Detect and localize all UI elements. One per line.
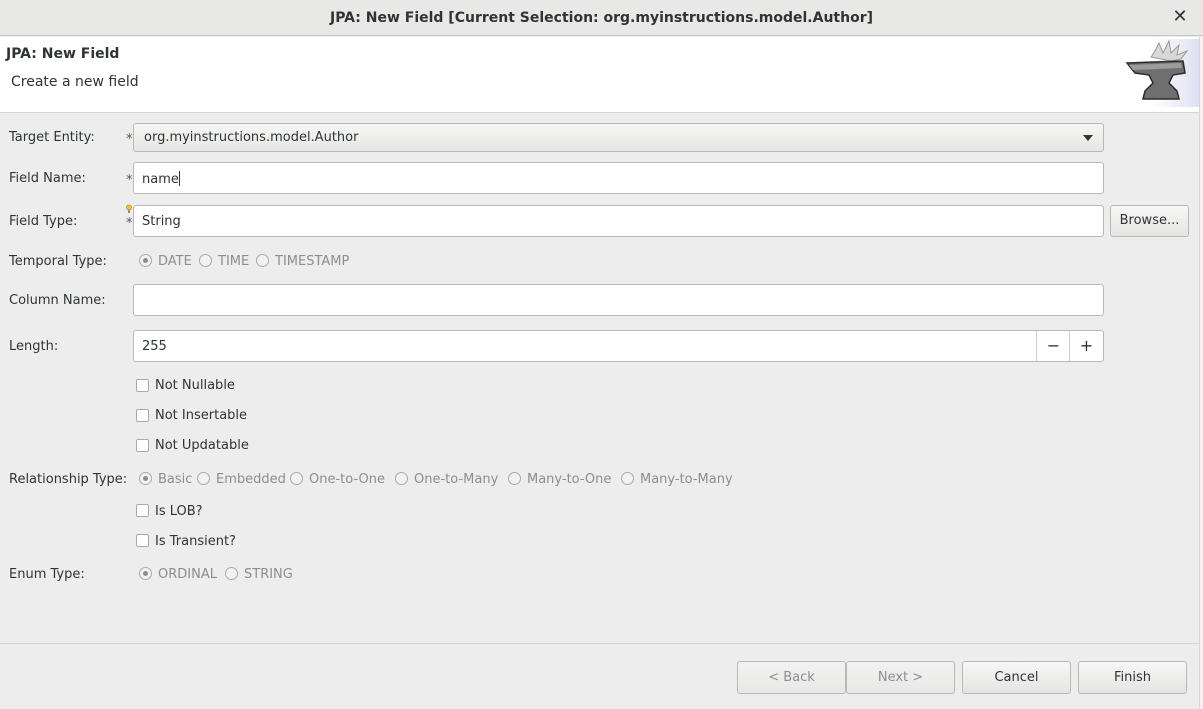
target-entity-combo[interactable]: org.myinstructions.model.Author xyxy=(133,123,1104,152)
not-nullable-checkbox[interactable] xyxy=(136,379,149,392)
wizard-banner: JPA: New Field Create a new field xyxy=(0,37,1199,113)
window-edge xyxy=(1199,37,1203,709)
length-value: 255 xyxy=(142,339,167,354)
relationship-embedded-label: Embedded xyxy=(216,472,286,487)
relationship-embedded-radio[interactable] xyxy=(197,472,210,485)
field-name-input[interactable]: name xyxy=(133,162,1104,194)
temporal-date-radio[interactable] xyxy=(139,254,152,267)
target-entity-label: Target Entity: xyxy=(9,130,95,145)
window-title: JPA: New Field [Current Selection: org.m… xyxy=(329,10,873,26)
relationship-one-to-many-radio[interactable] xyxy=(395,472,408,485)
temporal-time-label: TIME xyxy=(218,254,250,269)
length-label: Length: xyxy=(9,339,59,354)
not-updatable-checkbox[interactable] xyxy=(136,439,149,452)
not-insertable-checkbox[interactable] xyxy=(136,409,149,422)
browse-button[interactable]: Browse... xyxy=(1110,205,1189,237)
field-name-label: Field Name: xyxy=(9,171,86,186)
temporal-timestamp-label: TIMESTAMP xyxy=(275,254,350,269)
is-lob-checkbox[interactable] xyxy=(136,504,149,517)
wizard-title: JPA: New Field xyxy=(6,46,120,62)
is-transient-label: Is Transient? xyxy=(155,534,236,549)
increment-button[interactable]: + xyxy=(1069,331,1103,361)
lightbulb-icon xyxy=(126,204,132,213)
temporal-date-label: DATE xyxy=(158,254,192,269)
field-type-label: Field Type: xyxy=(9,214,78,229)
relationship-many-to-one-radio[interactable] xyxy=(508,472,521,485)
close-icon[interactable]: ✕ xyxy=(1171,8,1189,26)
relationship-many-to-one-label: Many-to-One xyxy=(527,472,612,487)
text-caret xyxy=(178,171,180,186)
relationship-one-to-one-radio[interactable] xyxy=(290,472,303,485)
enum-string-label: STRING xyxy=(244,567,293,581)
enum-type-label: Enum Type: xyxy=(9,567,85,581)
title-bar: JPA: New Field [Current Selection: org.m… xyxy=(0,0,1203,36)
enum-ordinal-label: ORDINAL xyxy=(158,567,217,581)
not-insertable-label: Not Insertable xyxy=(155,408,248,423)
relationship-one-to-one-label: One-to-One xyxy=(309,472,385,487)
enum-ordinal-radio[interactable] xyxy=(139,567,152,580)
required-marker: * xyxy=(126,173,133,188)
column-name-input[interactable] xyxy=(133,284,1104,316)
relationship-basic-label: Basic xyxy=(158,472,193,487)
footer-separator xyxy=(0,643,1199,644)
anvil-icon xyxy=(1125,39,1199,107)
target-entity-value: org.myinstructions.model.Author xyxy=(144,130,359,145)
enum-string-radio[interactable] xyxy=(225,567,238,580)
chevron-down-icon xyxy=(1083,135,1093,141)
relationship-one-to-many-label: One-to-Many xyxy=(414,472,499,487)
finish-button[interactable]: Finish xyxy=(1078,661,1187,694)
is-transient-checkbox[interactable] xyxy=(136,534,149,547)
field-type-value: String xyxy=(142,214,181,229)
cancel-button[interactable]: Cancel xyxy=(962,661,1071,694)
temporal-type-label: Temporal Type: xyxy=(9,254,107,269)
not-nullable-label: Not Nullable xyxy=(155,378,235,393)
back-button[interactable]: < Back xyxy=(737,661,846,694)
relationship-many-to-many-label: Many-to-Many xyxy=(640,472,733,487)
relationship-type-label: Relationship Type: xyxy=(9,472,128,487)
is-lob-label: Is LOB? xyxy=(155,504,203,519)
field-type-input[interactable]: String xyxy=(133,205,1104,237)
next-button[interactable]: Next > xyxy=(846,661,955,694)
required-marker: * xyxy=(126,132,133,147)
temporal-timestamp-radio[interactable] xyxy=(256,254,269,267)
wizard-description: Create a new field xyxy=(11,74,139,90)
decrement-button[interactable]: − xyxy=(1036,331,1070,361)
form-area: Target Entity: * org.myinstructions.mode… xyxy=(0,113,1199,581)
length-spinner[interactable]: 255 − + xyxy=(133,330,1104,362)
column-name-label: Column Name: xyxy=(9,293,106,308)
not-updatable-label: Not Updatable xyxy=(155,438,249,453)
required-marker: * xyxy=(126,216,133,231)
temporal-time-radio[interactable] xyxy=(199,254,212,267)
relationship-basic-radio[interactable] xyxy=(139,472,152,485)
relationship-many-to-many-radio[interactable] xyxy=(621,472,634,485)
field-name-value: name xyxy=(142,172,179,187)
